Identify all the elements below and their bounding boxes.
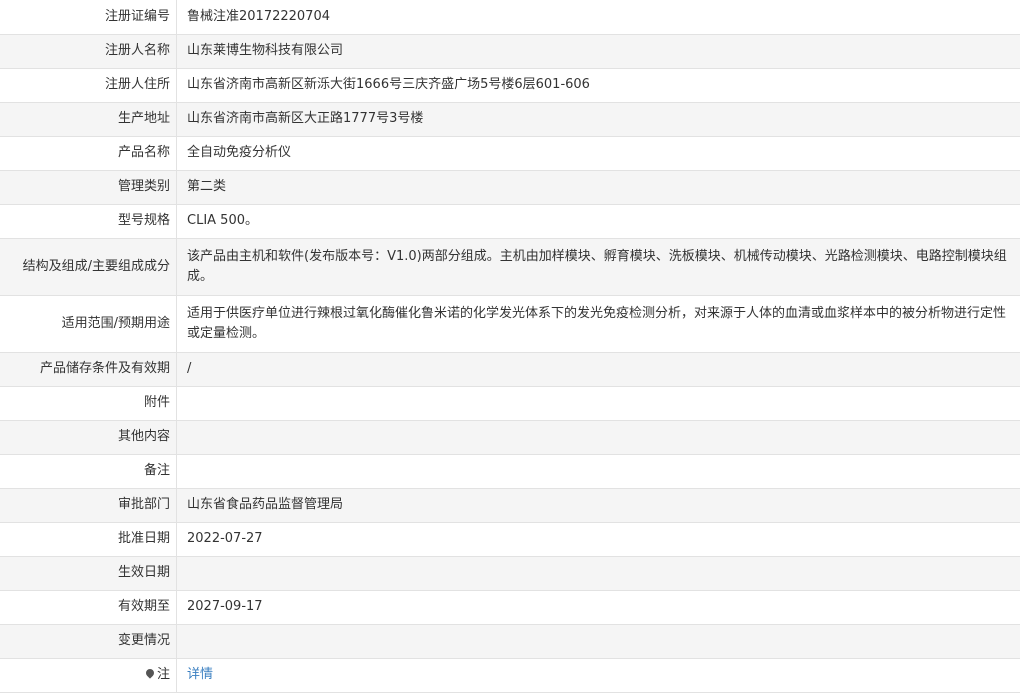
detail-row: 注册人住所 山东省济南市高新区新泺大街1666号三庆齐盛广场5号楼6层601-6… — [0, 68, 1020, 102]
pin-icon — [144, 667, 155, 678]
detail-row: 管理类别 第二类 — [0, 170, 1020, 204]
row-label: 管理类别 — [0, 170, 177, 204]
detail-row: 产品名称 全自动免疫分析仪 — [0, 136, 1020, 170]
detail-row: 注册人名称 山东莱博生物科技有限公司 — [0, 34, 1020, 68]
detail-row: 审批部门 山东省食品药品监督管理局 — [0, 488, 1020, 522]
detail-row: 其他内容 — [0, 420, 1020, 454]
detail-row: 产品储存条件及有效期 / — [0, 352, 1020, 386]
row-label: 产品名称 — [0, 136, 177, 170]
row-label: 型号规格 — [0, 204, 177, 238]
row-value — [177, 556, 1020, 590]
row-label: 适用范围/预期用途 — [0, 295, 177, 352]
row-label: 注册人住所 — [0, 68, 177, 102]
row-value: 山东省济南市高新区新泺大街1666号三庆齐盛广场5号楼6层601-606 — [177, 68, 1020, 102]
row-label: 批准日期 — [0, 522, 177, 556]
detail-row: 附件 — [0, 386, 1020, 420]
row-value: 山东省济南市高新区大正路1777号3号楼 — [177, 102, 1020, 136]
row-label: 生产地址 — [0, 102, 177, 136]
details-link[interactable]: 详情 — [187, 667, 213, 682]
note-value-cell: 详情 — [177, 658, 1020, 692]
detail-row: 生产地址 山东省济南市高新区大正路1777号3号楼 — [0, 102, 1020, 136]
detail-row: 注册证编号 鲁械注准20172220704 — [0, 0, 1020, 34]
row-value: CLIA 500。 — [177, 204, 1020, 238]
row-value — [177, 454, 1020, 488]
detail-row: 结构及组成/主要组成成分 该产品由主机和软件(发布版本号：V1.0)两部分组成。… — [0, 238, 1020, 295]
note-label-cell: 注 — [0, 658, 177, 692]
registration-detail-table: 注册证编号 鲁械注准20172220704 注册人名称 山东莱博生物科技有限公司… — [0, 0, 1020, 693]
row-value — [177, 386, 1020, 420]
row-label: 注册证编号 — [0, 0, 177, 34]
detail-row: 备注 — [0, 454, 1020, 488]
detail-row: 适用范围/预期用途 适用于供医疗单位进行辣根过氧化酶催化鲁米诺的化学发光体系下的… — [0, 295, 1020, 352]
row-value — [177, 420, 1020, 454]
detail-row: 有效期至 2027-09-17 — [0, 590, 1020, 624]
detail-row: 变更情况 — [0, 624, 1020, 658]
row-label: 其他内容 — [0, 420, 177, 454]
row-value: 第二类 — [177, 170, 1020, 204]
row-label: 产品储存条件及有效期 — [0, 352, 177, 386]
row-value: 山东省食品药品监督管理局 — [177, 488, 1020, 522]
row-value: / — [177, 352, 1020, 386]
row-value: 2027-09-17 — [177, 590, 1020, 624]
row-value — [177, 624, 1020, 658]
row-value: 适用于供医疗单位进行辣根过氧化酶催化鲁米诺的化学发光体系下的发光免疫检测分析，对… — [177, 295, 1020, 352]
row-value: 山东莱博生物科技有限公司 — [177, 34, 1020, 68]
note-row: 注 详情 — [0, 658, 1020, 692]
row-value: 该产品由主机和软件(发布版本号：V1.0)两部分组成。主机由加样模块、孵育模块、… — [177, 238, 1020, 295]
note-label: 注 — [157, 667, 170, 682]
detail-row: 型号规格 CLIA 500。 — [0, 204, 1020, 238]
row-value: 鲁械注准20172220704 — [177, 0, 1020, 34]
row-label: 生效日期 — [0, 556, 177, 590]
row-label: 审批部门 — [0, 488, 177, 522]
row-label: 结构及组成/主要组成成分 — [0, 238, 177, 295]
row-label: 附件 — [0, 386, 177, 420]
row-label: 备注 — [0, 454, 177, 488]
row-label: 有效期至 — [0, 590, 177, 624]
detail-row: 批准日期 2022-07-27 — [0, 522, 1020, 556]
row-label: 变更情况 — [0, 624, 177, 658]
row-label: 注册人名称 — [0, 34, 177, 68]
detail-row: 生效日期 — [0, 556, 1020, 590]
row-value: 全自动免疫分析仪 — [177, 136, 1020, 170]
row-value: 2022-07-27 — [177, 522, 1020, 556]
